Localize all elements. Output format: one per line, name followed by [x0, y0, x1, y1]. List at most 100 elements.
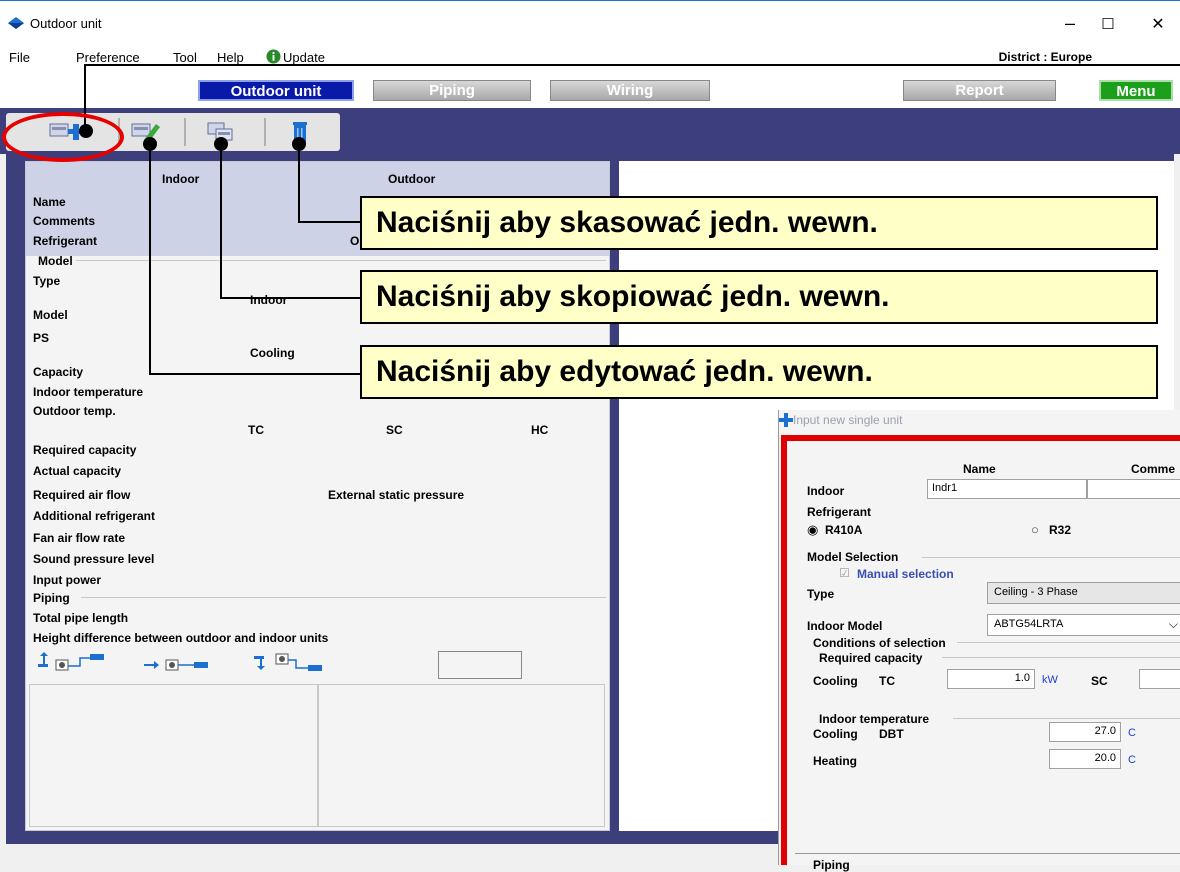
pipe-up-icon[interactable]	[34, 652, 114, 674]
label-fan-air-flow-rate: Fan air flow rate	[33, 531, 126, 545]
heating-temp-unit: C	[1128, 754, 1136, 766]
col-indoor: Indoor	[162, 172, 200, 186]
copy-connector-h	[220, 297, 360, 299]
label-model: Model	[33, 308, 68, 322]
r410a-radio[interactable]: ◉	[807, 522, 818, 538]
app-icon	[8, 17, 24, 29]
new-unit-highlight	[2, 112, 124, 162]
delete-connector-v	[298, 144, 300, 222]
conditions-group: Conditions of selection	[813, 636, 946, 650]
label-actual-capacity: Actual capacity	[33, 464, 122, 478]
type-label: Type	[807, 587, 835, 601]
indoor-model-select[interactable]: ABTG54LRTA ⌵	[987, 614, 1180, 636]
cooling-label: Cooling	[813, 674, 858, 688]
menu-tool[interactable]: Tool	[173, 50, 197, 65]
unit-info-panel: Indoor Outdoor Name Comments Refrigerant…	[25, 161, 610, 831]
tc-label: TC	[879, 674, 895, 688]
menu-preference[interactable]: Preference	[76, 50, 140, 65]
sub-panel-left	[29, 684, 318, 827]
delete-dot	[292, 137, 306, 151]
edit-connector-v	[149, 144, 151, 374]
refrigerant-group: Refrigerant	[807, 505, 872, 519]
heating-input[interactable]: 20.0	[1049, 749, 1121, 769]
pipe-level-icon[interactable]	[144, 652, 224, 674]
label-input-power: Input power	[33, 573, 101, 587]
new-connector-h	[84, 64, 1180, 66]
label-indoor-temperature: Indoor temperature	[33, 385, 144, 399]
window-title: Outdoor unit	[30, 16, 102, 31]
label-refrigerant: Refrigerant	[33, 234, 98, 248]
label-required-air-flow: Required air flow	[33, 488, 131, 502]
group-model: Model	[38, 254, 73, 268]
cooling-temp-unit: C	[1128, 727, 1136, 739]
tab-wiring[interactable]: Wiring	[550, 80, 710, 101]
menu-file[interactable]: File	[9, 50, 30, 65]
label-indoor-sub: Indoor	[250, 293, 288, 307]
label-additional-refrigerant: Additional refrigerant	[33, 509, 156, 523]
piping-group: Piping	[813, 858, 850, 872]
callout-edit: Naciśnij aby edytować jedn. wewn.	[360, 345, 1158, 399]
minimize-button[interactable]: –	[1058, 13, 1082, 34]
model-selection-group: Model Selection	[807, 550, 899, 564]
header-comments: Comme	[1131, 462, 1176, 476]
label-type: Type	[33, 274, 61, 288]
title-bar: Outdoor unit – ☐ ✕	[0, 0, 1180, 46]
manual-selection-checkbox[interactable]: ☑	[839, 566, 850, 580]
label-sound-pressure-level: Sound pressure level	[33, 552, 155, 566]
cooling-dbt-input[interactable]: 27.0	[1049, 722, 1121, 742]
label-ps: PS	[33, 331, 50, 345]
chevron-down-icon: ⌵	[1168, 617, 1178, 631]
label-name: Name	[33, 195, 66, 209]
input-new-unit-dialog: Input new single unit Name Comme Indoor …	[778, 410, 1180, 872]
dbt-label: DBT	[879, 727, 904, 741]
indoor-temperature-group: Indoor temperature	[819, 712, 930, 726]
edit-connector-h	[149, 373, 360, 375]
sub-panel-right	[318, 684, 605, 827]
tab-report[interactable]: Report	[903, 80, 1056, 101]
type-select[interactable]: Ceiling - 3 Phase	[987, 582, 1180, 604]
callout-delete: Naciśnij aby skasować jedn. wewn.	[360, 196, 1158, 250]
comments-input[interactable]	[1087, 479, 1180, 499]
r410a-label: R410A	[825, 523, 863, 537]
label-sc: SC	[386, 423, 403, 437]
refrigerant-value: O	[350, 234, 360, 248]
cooling-dbt-label: Cooling	[813, 727, 858, 741]
sc-input[interactable]	[1139, 669, 1180, 689]
manual-selection-label: Manual selection	[857, 567, 954, 581]
district-label: District : Europe	[998, 50, 1092, 64]
tab-outdoor-unit[interactable]: Outdoor unit	[198, 80, 354, 101]
label-required-capacity: Required capacity	[33, 443, 137, 457]
indoor-model-label: Indoor Model	[807, 619, 883, 633]
indoor-name-input[interactable]: Indr1	[927, 479, 1087, 499]
copy-dot	[214, 137, 228, 151]
label-cooling: Cooling	[250, 346, 295, 360]
callout-copy: Naciśnij aby skopiować jedn. wewn.	[360, 270, 1158, 324]
tc-unit: kW	[1042, 674, 1058, 686]
label-total-pipe-length: Total pipe length	[33, 611, 129, 625]
tc-input[interactable]: 1.0	[947, 669, 1035, 689]
label-outdoor-temp: Outdoor temp.	[33, 404, 116, 418]
indoor-model-value: ABTG54LRTA	[994, 618, 1064, 630]
dialog-highlight: Name Comme Indoor Indr1 Refrigerant ◉ R4…	[781, 435, 1180, 872]
menu-help[interactable]: Help	[217, 50, 244, 65]
menu-update[interactable]: Update	[283, 50, 325, 65]
new-unit-small-icon	[779, 413, 793, 427]
maximize-button[interactable]: ☐	[1096, 15, 1120, 33]
label-comments: Comments	[33, 214, 96, 228]
r32-radio[interactable]: ○	[1031, 522, 1039, 537]
close-button[interactable]: ✕	[1146, 14, 1170, 34]
required-capacity-group: Required capacity	[819, 651, 923, 665]
tab-piping[interactable]: Piping	[373, 80, 531, 101]
header-name: Name	[963, 462, 996, 476]
copy-connector-v	[220, 144, 222, 298]
label-tc: TC	[248, 423, 264, 437]
edit-dot	[143, 137, 157, 151]
r32-label: R32	[1049, 523, 1072, 537]
pipe-length-box	[438, 651, 522, 679]
indoor-label: Indoor	[807, 484, 845, 498]
pipe-down-icon[interactable]	[254, 652, 334, 674]
heating-label: Heating	[813, 754, 858, 768]
tab-menu[interactable]: Menu	[1099, 80, 1173, 101]
sc-label: SC	[1091, 674, 1108, 688]
label-capacity: Capacity	[33, 365, 84, 379]
